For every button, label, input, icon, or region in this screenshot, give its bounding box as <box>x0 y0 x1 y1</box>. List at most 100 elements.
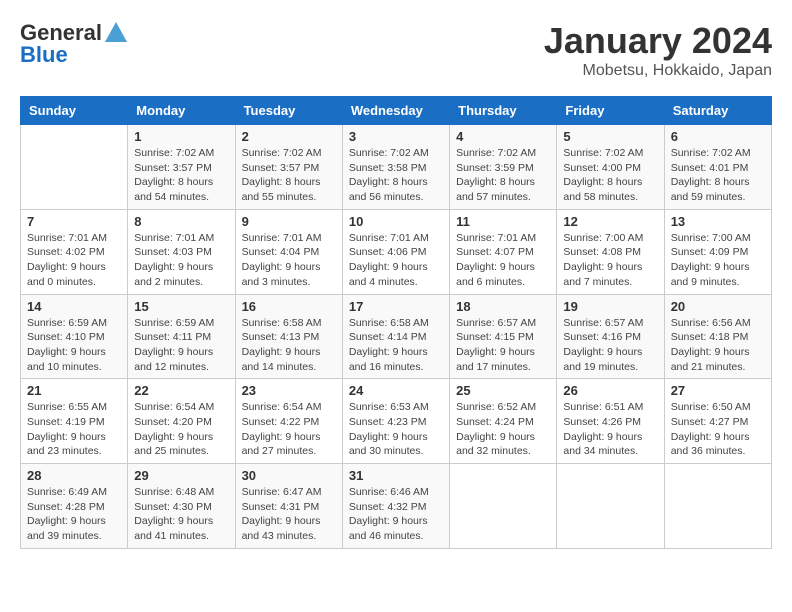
day-cell: 13 Sunrise: 7:00 AM Sunset: 4:09 PM Dayl… <box>664 209 771 294</box>
day-number: 16 <box>242 299 336 314</box>
day-number: 10 <box>349 214 443 229</box>
day-cell: 10 Sunrise: 7:01 AM Sunset: 4:06 PM Dayl… <box>342 209 449 294</box>
day-cell: 23 Sunrise: 6:54 AM Sunset: 4:22 PM Dayl… <box>235 379 342 464</box>
page-header: General Blue January 2024 Mobetsu, Hokka… <box>20 20 772 80</box>
day-number: 28 <box>27 468 121 483</box>
day-cell: 11 Sunrise: 7:01 AM Sunset: 4:07 PM Dayl… <box>450 209 557 294</box>
day-cell: 21 Sunrise: 6:55 AM Sunset: 4:19 PM Dayl… <box>21 379 128 464</box>
header-tuesday: Tuesday <box>235 97 342 125</box>
day-cell: 28 Sunrise: 6:49 AM Sunset: 4:28 PM Dayl… <box>21 464 128 549</box>
day-detail: Sunrise: 7:01 AM Sunset: 4:04 PM Dayligh… <box>242 231 336 290</box>
day-number: 25 <box>456 383 550 398</box>
day-detail: Sunrise: 7:02 AM Sunset: 3:57 PM Dayligh… <box>134 146 228 205</box>
day-detail: Sunrise: 7:01 AM Sunset: 4:02 PM Dayligh… <box>27 231 121 290</box>
day-number: 8 <box>134 214 228 229</box>
day-detail: Sunrise: 6:57 AM Sunset: 4:15 PM Dayligh… <box>456 316 550 375</box>
day-detail: Sunrise: 6:58 AM Sunset: 4:13 PM Dayligh… <box>242 316 336 375</box>
day-cell: 7 Sunrise: 7:01 AM Sunset: 4:02 PM Dayli… <box>21 209 128 294</box>
day-detail: Sunrise: 6:50 AM Sunset: 4:27 PM Dayligh… <box>671 400 765 459</box>
day-cell: 19 Sunrise: 6:57 AM Sunset: 4:16 PM Dayl… <box>557 294 664 379</box>
day-cell: 20 Sunrise: 6:56 AM Sunset: 4:18 PM Dayl… <box>664 294 771 379</box>
header-friday: Friday <box>557 97 664 125</box>
day-detail: Sunrise: 7:01 AM Sunset: 4:03 PM Dayligh… <box>134 231 228 290</box>
day-cell: 24 Sunrise: 6:53 AM Sunset: 4:23 PM Dayl… <box>342 379 449 464</box>
day-detail: Sunrise: 6:49 AM Sunset: 4:28 PM Dayligh… <box>27 485 121 544</box>
day-detail: Sunrise: 7:01 AM Sunset: 4:07 PM Dayligh… <box>456 231 550 290</box>
day-number: 3 <box>349 129 443 144</box>
day-detail: Sunrise: 6:56 AM Sunset: 4:18 PM Dayligh… <box>671 316 765 375</box>
day-detail: Sunrise: 6:54 AM Sunset: 4:20 PM Dayligh… <box>134 400 228 459</box>
day-number: 12 <box>563 214 657 229</box>
day-cell: 26 Sunrise: 6:51 AM Sunset: 4:26 PM Dayl… <box>557 379 664 464</box>
day-detail: Sunrise: 6:58 AM Sunset: 4:14 PM Dayligh… <box>349 316 443 375</box>
week-row-3: 14 Sunrise: 6:59 AM Sunset: 4:10 PM Dayl… <box>21 294 772 379</box>
day-number: 11 <box>456 214 550 229</box>
day-cell: 17 Sunrise: 6:58 AM Sunset: 4:14 PM Dayl… <box>342 294 449 379</box>
calendar-table: SundayMondayTuesdayWednesdayThursdayFrid… <box>20 96 772 549</box>
day-cell: 14 Sunrise: 6:59 AM Sunset: 4:10 PM Dayl… <box>21 294 128 379</box>
day-number: 4 <box>456 129 550 144</box>
day-number: 14 <box>27 299 121 314</box>
header-monday: Monday <box>128 97 235 125</box>
day-detail: Sunrise: 7:01 AM Sunset: 4:06 PM Dayligh… <box>349 231 443 290</box>
day-number: 15 <box>134 299 228 314</box>
day-detail: Sunrise: 6:51 AM Sunset: 4:26 PM Dayligh… <box>563 400 657 459</box>
day-cell: 22 Sunrise: 6:54 AM Sunset: 4:20 PM Dayl… <box>128 379 235 464</box>
day-number: 19 <box>563 299 657 314</box>
day-detail: Sunrise: 6:48 AM Sunset: 4:30 PM Dayligh… <box>134 485 228 544</box>
day-cell: 1 Sunrise: 7:02 AM Sunset: 3:57 PM Dayli… <box>128 125 235 210</box>
day-number: 31 <box>349 468 443 483</box>
day-number: 23 <box>242 383 336 398</box>
month-title: January 2024 <box>544 20 772 62</box>
day-number: 2 <box>242 129 336 144</box>
week-row-1: 1 Sunrise: 7:02 AM Sunset: 3:57 PM Dayli… <box>21 125 772 210</box>
day-cell: 15 Sunrise: 6:59 AM Sunset: 4:11 PM Dayl… <box>128 294 235 379</box>
logo-icon <box>105 22 127 42</box>
day-cell: 4 Sunrise: 7:02 AM Sunset: 3:59 PM Dayli… <box>450 125 557 210</box>
day-detail: Sunrise: 6:53 AM Sunset: 4:23 PM Dayligh… <box>349 400 443 459</box>
day-cell: 25 Sunrise: 6:52 AM Sunset: 4:24 PM Dayl… <box>450 379 557 464</box>
day-detail: Sunrise: 7:02 AM Sunset: 3:59 PM Dayligh… <box>456 146 550 205</box>
day-number: 18 <box>456 299 550 314</box>
day-detail: Sunrise: 6:46 AM Sunset: 4:32 PM Dayligh… <box>349 485 443 544</box>
day-detail: Sunrise: 6:59 AM Sunset: 4:11 PM Dayligh… <box>134 316 228 375</box>
day-detail: Sunrise: 7:02 AM Sunset: 4:01 PM Dayligh… <box>671 146 765 205</box>
day-detail: Sunrise: 7:02 AM Sunset: 3:58 PM Dayligh… <box>349 146 443 205</box>
day-detail: Sunrise: 6:59 AM Sunset: 4:10 PM Dayligh… <box>27 316 121 375</box>
header-wednesday: Wednesday <box>342 97 449 125</box>
day-number: 1 <box>134 129 228 144</box>
calendar-header-row: SundayMondayTuesdayWednesdayThursdayFrid… <box>21 97 772 125</box>
day-number: 21 <box>27 383 121 398</box>
day-cell <box>450 464 557 549</box>
day-number: 7 <box>27 214 121 229</box>
day-cell: 8 Sunrise: 7:01 AM Sunset: 4:03 PM Dayli… <box>128 209 235 294</box>
day-cell <box>664 464 771 549</box>
header-thursday: Thursday <box>450 97 557 125</box>
day-cell: 18 Sunrise: 6:57 AM Sunset: 4:15 PM Dayl… <box>450 294 557 379</box>
day-number: 6 <box>671 129 765 144</box>
day-number: 5 <box>563 129 657 144</box>
day-detail: Sunrise: 7:02 AM Sunset: 4:00 PM Dayligh… <box>563 146 657 205</box>
logo-text-blue: Blue <box>20 43 127 67</box>
day-cell: 29 Sunrise: 6:48 AM Sunset: 4:30 PM Dayl… <box>128 464 235 549</box>
day-number: 13 <box>671 214 765 229</box>
day-number: 9 <box>242 214 336 229</box>
header-sunday: Sunday <box>21 97 128 125</box>
day-cell: 9 Sunrise: 7:01 AM Sunset: 4:04 PM Dayli… <box>235 209 342 294</box>
day-detail: Sunrise: 6:55 AM Sunset: 4:19 PM Dayligh… <box>27 400 121 459</box>
day-number: 24 <box>349 383 443 398</box>
day-cell: 31 Sunrise: 6:46 AM Sunset: 4:32 PM Dayl… <box>342 464 449 549</box>
day-cell: 6 Sunrise: 7:02 AM Sunset: 4:01 PM Dayli… <box>664 125 771 210</box>
week-row-2: 7 Sunrise: 7:01 AM Sunset: 4:02 PM Dayli… <box>21 209 772 294</box>
day-cell: 3 Sunrise: 7:02 AM Sunset: 3:58 PM Dayli… <box>342 125 449 210</box>
location: Mobetsu, Hokkaido, Japan <box>544 62 772 80</box>
day-number: 22 <box>134 383 228 398</box>
logo: General Blue <box>20 20 127 67</box>
day-number: 30 <box>242 468 336 483</box>
day-number: 26 <box>563 383 657 398</box>
day-detail: Sunrise: 7:02 AM Sunset: 3:57 PM Dayligh… <box>242 146 336 205</box>
day-cell: 12 Sunrise: 7:00 AM Sunset: 4:08 PM Dayl… <box>557 209 664 294</box>
day-detail: Sunrise: 6:52 AM Sunset: 4:24 PM Dayligh… <box>456 400 550 459</box>
day-number: 29 <box>134 468 228 483</box>
day-number: 17 <box>349 299 443 314</box>
